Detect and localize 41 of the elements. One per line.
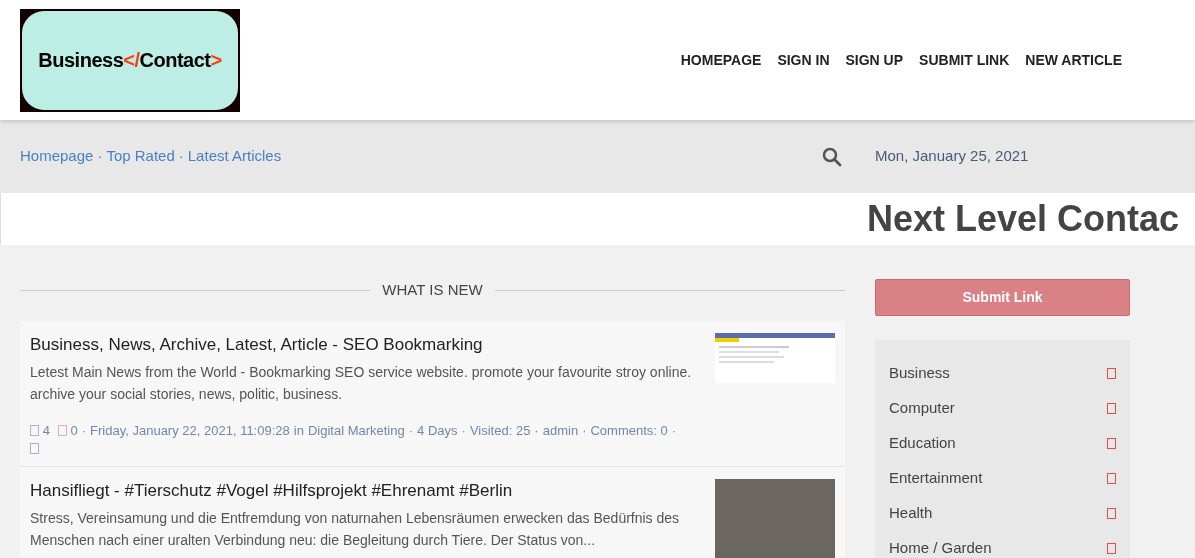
post-date: Friday, January 22, 2021, 11:09:28 <box>90 421 290 440</box>
visit-count: Visited: 25 <box>469 421 531 440</box>
nav-link[interactable]: SUBMIT LINK <box>919 49 1010 71</box>
category-link[interactable]: Entertainment <box>889 461 1116 496</box>
logo-text: </ <box>123 48 140 73</box>
meta-text: in <box>293 421 304 440</box>
separator: · <box>81 421 87 440</box>
section-heading: WHAT IS NEW <box>382 280 483 300</box>
category-link[interactable]: Home / Garden <box>889 531 1116 558</box>
website-screenshot-thumbnail[interactable] <box>715 332 835 383</box>
article-summary: Letest Main News from the World - Bookmarking SEO service website. promote your favourite stroy online. archive your social stories, news, politic, business. <box>30 362 693 404</box>
site-slogan: Next Level Contac <box>867 197 1180 241</box>
comment-count: Comments: 0 <box>590 421 668 440</box>
separator: · <box>408 421 414 440</box>
downvote-count[interactable]: 0 <box>57 418 78 443</box>
nav-link[interactable]: HOMEPAGE <box>680 49 762 71</box>
logo-text: Contact <box>139 48 211 73</box>
article-summary: Stress, Vereinsamung und die Entfremdung von naturnahen Lebensräumen erwecken das Bedürfnis des Menschen nach einer uralten Verbindung neu: die Begleitung durch Tiere. Der Status von... <box>30 508 681 550</box>
category-link[interactable]: Health <box>889 496 1116 531</box>
nav-link[interactable]: NEW ARTICLE <box>1025 49 1122 71</box>
separator: · <box>461 421 466 440</box>
category-link[interactable]: Digital Marketing <box>307 418 405 443</box>
article-title-link[interactable]: Business, News, Archive, Latest, Article - SEO Bookmarking <box>30 332 703 357</box>
logo-text: Business <box>38 48 124 73</box>
separator: · <box>671 421 677 440</box>
category-link[interactable]: Business <box>889 356 1116 391</box>
nav-link[interactable]: SIGN IN <box>777 49 830 71</box>
site-logo[interactable]: Business</Contact> <box>20 8 240 112</box>
separator: · <box>534 421 539 440</box>
logo-text: > <box>210 48 222 73</box>
separator: · <box>97 146 103 167</box>
nav-link[interactable]: SIGN UP <box>845 49 904 71</box>
author-link[interactable]: admin <box>542 418 579 443</box>
separator: · <box>178 146 184 167</box>
category-link[interactable]: Computer <box>889 391 1116 426</box>
post-age: 4 Days <box>417 421 458 440</box>
category-link[interactable]: Education <box>889 426 1116 461</box>
current-date: Mon, January 25, 2021 <box>875 146 1029 167</box>
article-title-link[interactable]: Hansifliegt - #Tierschutz #Vogel #Hilfsprojekt #Ehrenamt #Berlin <box>30 478 703 503</box>
search-icon[interactable] <box>822 146 842 167</box>
separator: · <box>582 421 587 440</box>
